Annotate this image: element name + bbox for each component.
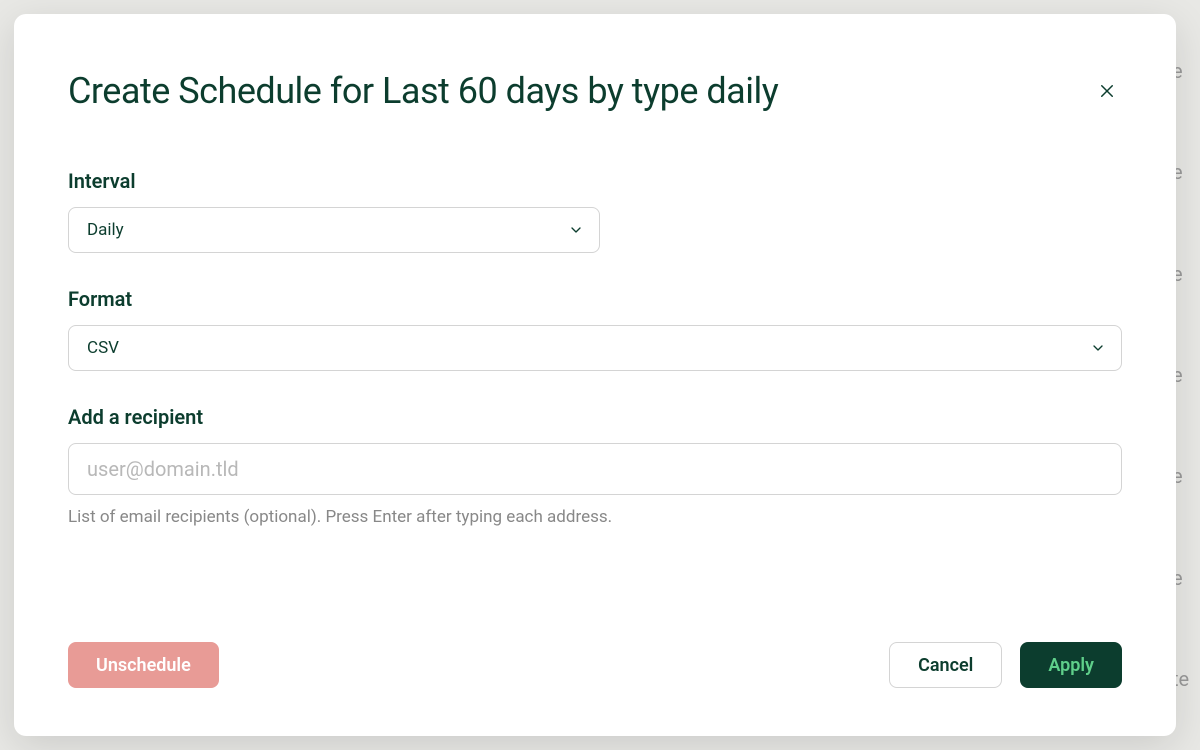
recipient-label: Add a recipient <box>68 405 1122 429</box>
unschedule-button[interactable]: Unschedule <box>68 642 219 688</box>
format-select[interactable]: CSV <box>68 325 1122 371</box>
modal-header: Create Schedule for Last 60 days by type… <box>68 70 1122 113</box>
close-button[interactable] <box>1092 76 1122 109</box>
modal-footer: Unschedule Cancel Apply <box>68 602 1122 688</box>
schedule-modal: Create Schedule for Last 60 days by type… <box>14 14 1176 736</box>
interval-value: Daily <box>68 207 600 253</box>
format-group: Format CSV <box>68 287 1122 371</box>
modal-title: Create Schedule for Last 60 days by type… <box>68 70 778 113</box>
format-label: Format <box>68 287 1122 311</box>
recipient-help-text: List of email recipients (optional). Pre… <box>68 507 1122 527</box>
interval-group: Interval Daily <box>68 169 1122 253</box>
footer-right-actions: Cancel Apply <box>889 642 1122 688</box>
interval-label: Interval <box>68 169 1122 193</box>
recipient-group: Add a recipient List of email recipients… <box>68 405 1122 527</box>
recipient-input[interactable] <box>68 443 1122 495</box>
cancel-button[interactable]: Cancel <box>889 642 1002 688</box>
close-icon <box>1098 82 1116 103</box>
interval-select[interactable]: Daily <box>68 207 600 253</box>
format-value: CSV <box>68 325 1122 371</box>
apply-button[interactable]: Apply <box>1020 642 1122 688</box>
